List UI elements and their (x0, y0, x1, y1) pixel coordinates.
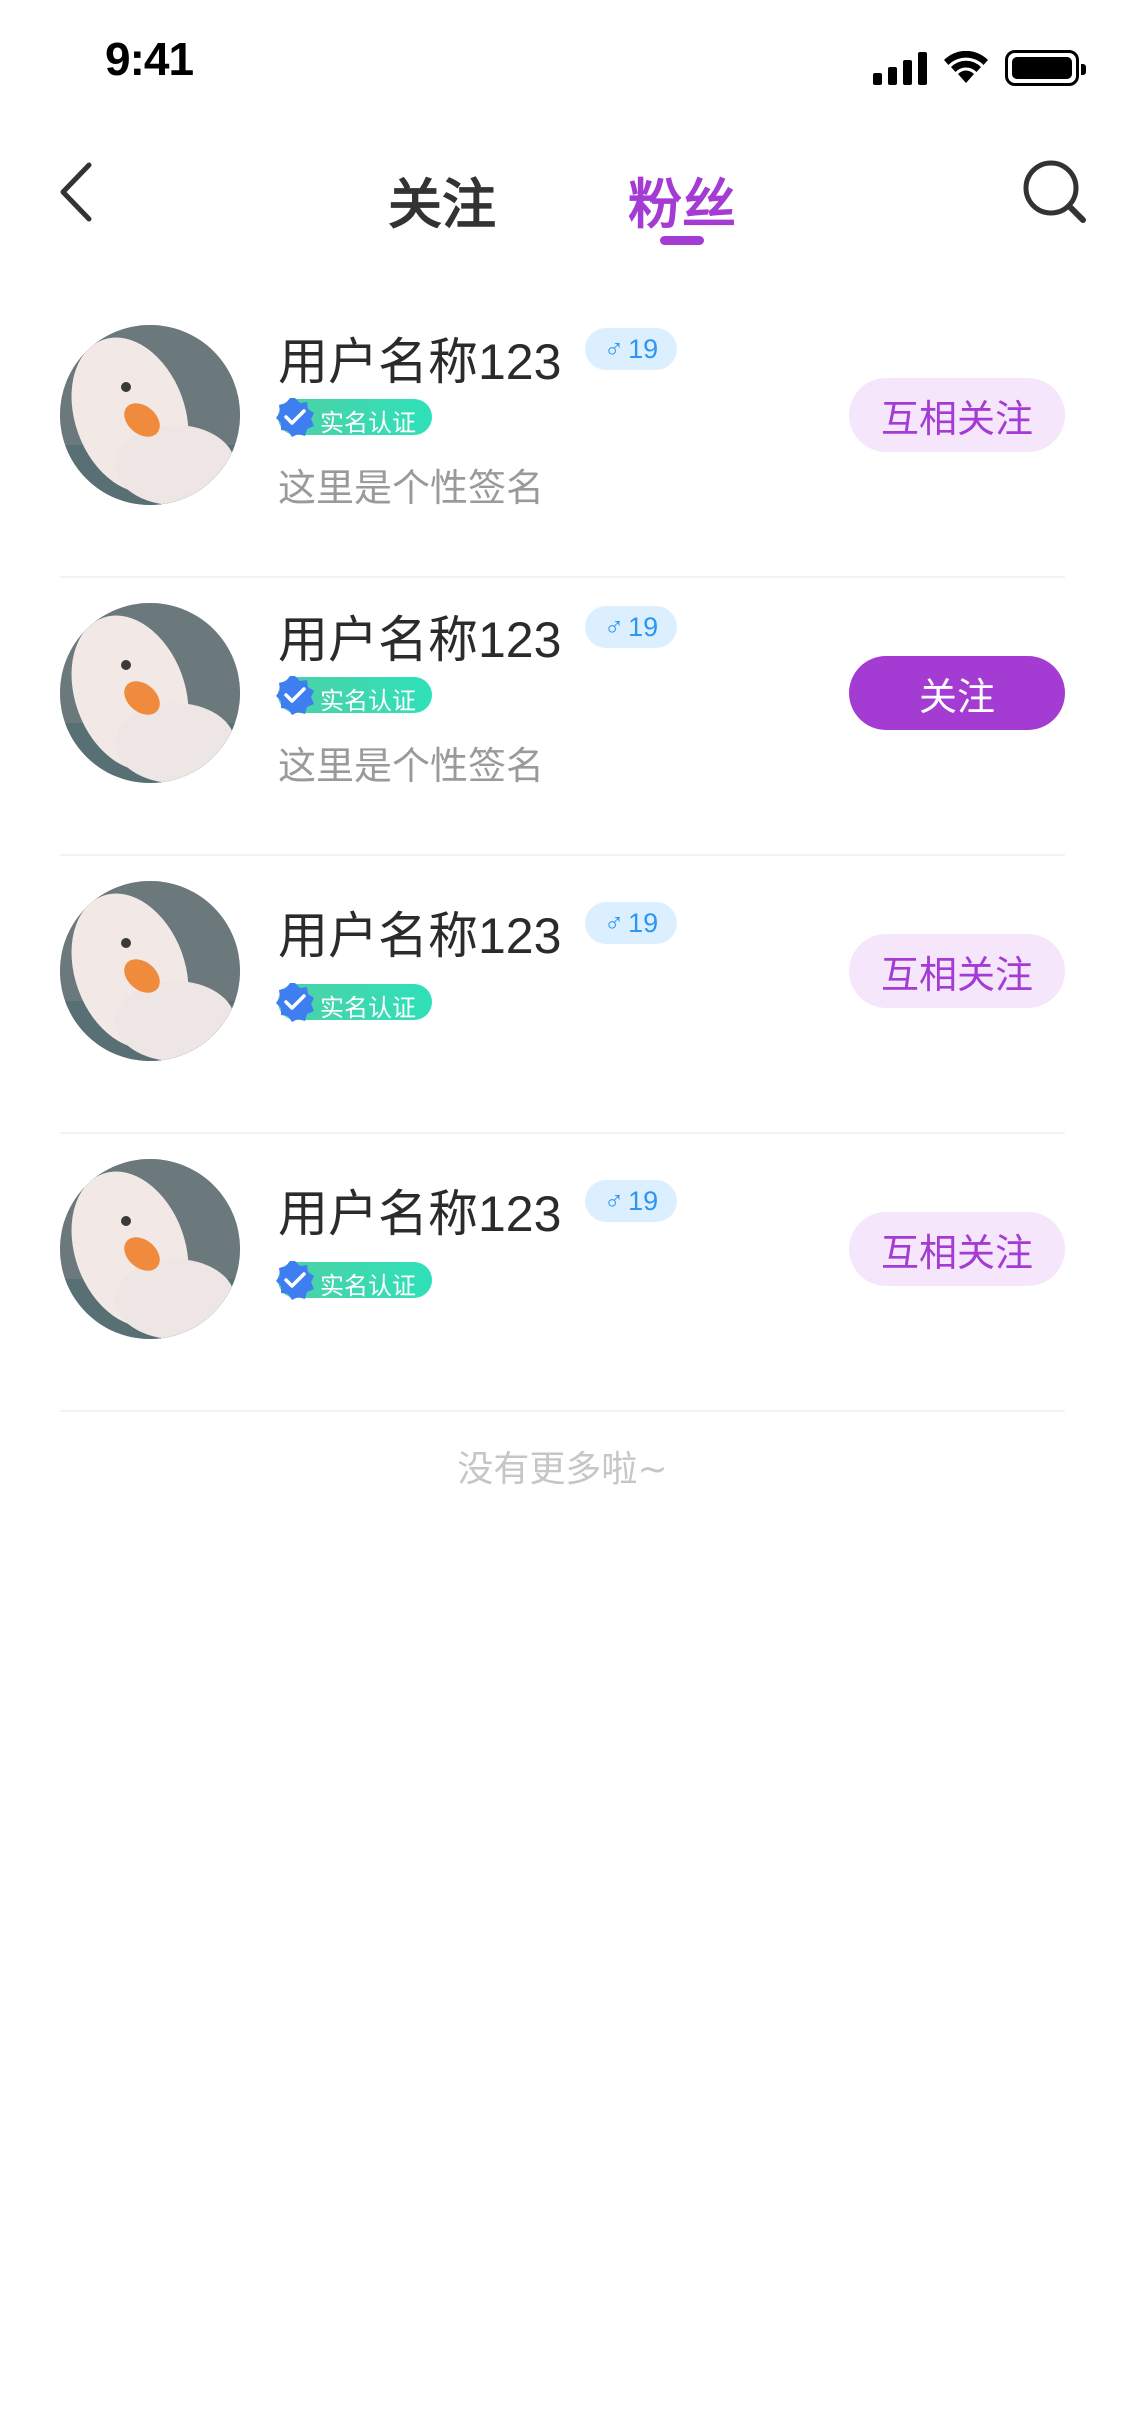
status-time: 9:41 (105, 33, 194, 85)
user-name: 用户名称123 (278, 908, 562, 964)
age: 19 (628, 333, 659, 364)
age: 19 (628, 611, 659, 642)
verified-badge-icon (276, 398, 314, 437)
user-name: 用户名称123 (278, 334, 562, 390)
verified-label: 实名认证 (320, 994, 416, 1022)
gender-age-badge: ♂ 19 (585, 606, 677, 648)
verified-badge: 实名认证 (276, 676, 432, 715)
verified-badge: 实名认证 (276, 398, 432, 437)
wifi-icon (944, 51, 988, 83)
back-button[interactable] (40, 154, 110, 230)
list-item[interactable]: 用户名称123 ♂ 19 实名认证 这里是个性签名 互相关注 (60, 300, 1065, 578)
status-bar: 9:41 (0, 0, 1125, 132)
age: 19 (628, 907, 659, 938)
avatar[interactable] (60, 603, 240, 783)
mutual-follow-button[interactable]: 互相关注 (849, 378, 1065, 452)
list-item[interactable]: 用户名称123 ♂ 19 实名认证 互相关注 (60, 856, 1065, 1134)
battery-icon (1005, 50, 1086, 86)
list-item[interactable]: 用户名称123 ♂ 19 实名认证 互相关注 (60, 1134, 1065, 1412)
avatar[interactable] (60, 325, 240, 505)
mutual-follow-button[interactable]: 互相关注 (849, 934, 1065, 1008)
verified-badge: 实名认证 (276, 983, 432, 1022)
avatar[interactable] (60, 881, 240, 1061)
verified-badge-icon (276, 1261, 314, 1300)
user-name: 用户名称123 (278, 1186, 562, 1242)
tab-fans[interactable]: 粉丝 (628, 160, 736, 239)
gender-age-badge: ♂ 19 (585, 328, 677, 370)
search-icon (1023, 160, 1086, 223)
verified-badge-icon (276, 983, 314, 1022)
age: 19 (628, 1185, 659, 1216)
fans-list: 用户名称123 ♂ 19 实名认证 这里是个性签名 互相关注 用户名称123 ♂… (60, 300, 1065, 1412)
male-icon: ♂ (603, 1185, 625, 1216)
gender-age-badge: ♂ 19 (585, 902, 677, 944)
verified-badge-icon (276, 676, 314, 715)
search-button[interactable] (1017, 154, 1093, 230)
avatar[interactable] (60, 1159, 240, 1339)
male-icon: ♂ (603, 907, 625, 938)
mutual-follow-button[interactable]: 互相关注 (849, 1212, 1065, 1286)
list-end-text: 没有更多啦~ (457, 1449, 668, 1490)
status-icons (873, 48, 1086, 88)
verified-label: 实名认证 (320, 687, 416, 715)
list-item[interactable]: 用户名称123 ♂ 19 实名认证 这里是个性签名 关注 (60, 578, 1065, 856)
chevron-left-icon (60, 162, 92, 222)
follow-button[interactable]: 关注 (849, 656, 1065, 730)
verified-badge: 实名认证 (276, 1261, 432, 1300)
male-icon: ♂ (603, 333, 625, 364)
verified-label: 实名认证 (320, 409, 416, 437)
user-name: 用户名称123 (278, 612, 562, 668)
tab-following[interactable]: 关注 (388, 160, 496, 239)
cellular-signal-icon (873, 51, 927, 85)
gender-age-badge: ♂ 19 (585, 1180, 677, 1222)
verified-label: 实名认证 (320, 1272, 416, 1300)
signature: 这里是个性签名 (278, 744, 545, 788)
male-icon: ♂ (603, 611, 625, 642)
active-tab-indicator (660, 236, 704, 245)
signature: 这里是个性签名 (278, 466, 545, 510)
nav-bar: 关注 粉丝 (0, 132, 1125, 264)
